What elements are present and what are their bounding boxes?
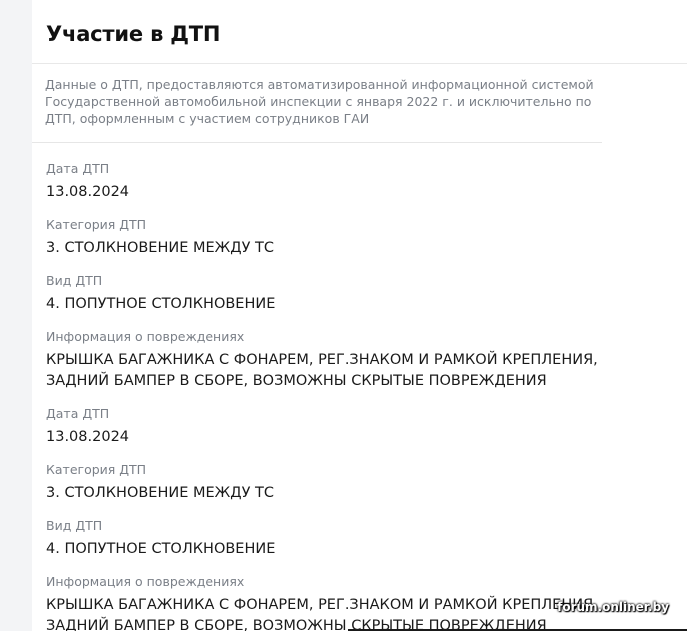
accident-category-label: Категория ДТП [46,217,147,232]
accident-damage-value: КРЫШКА БАГАЖНИКА С ФОНАРЕМ, РЕГ.ЗНАКОМ И… [46,597,598,631]
accident-list: Дата ДТП 13.08.2024 Категория ДТП 3. СТО… [46,160,646,631]
accident-damage-label: Информация о повреждениях [46,329,245,344]
accident-date-label: Дата ДТП [46,406,110,421]
forum-watermark: forum.onliner.by [557,600,669,614]
accident-category-field: Категория ДТП 3. СТОЛКНОВЕНИЕ МЕЖДУ ТС [46,216,646,259]
accident-damage-field: Информация о повреждениях КРЫШКА БАГАЖНИ… [46,573,646,631]
data-source-notice: Данные о ДТП, предоставляются автоматизи… [45,77,594,126]
accident-type-label: Вид ДТП [46,518,103,533]
accident-type-value: 4. ПОПУТНОЕ СТОЛКНОВЕНИЕ [46,296,276,312]
page: Участие в ДТП Данные о ДТП, предоставляю… [0,0,687,631]
accident-category-label: Категория ДТП [46,462,147,477]
accident-record: Дата ДТП 13.08.2024 Категория ДТП 3. СТО… [46,160,646,392]
accident-damage-field: Информация о повреждениях КРЫШКА БАГАЖНИ… [46,328,646,392]
accident-damage-value: КРЫШКА БАГАЖНИКА С ФОНАРЕМ, РЕГ.ЗНАКОМ И… [46,352,598,389]
notice-divider [32,142,602,143]
accident-type-field: Вид ДТП 4. ПОПУТНОЕ СТОЛКНОВЕНИЕ [46,517,646,560]
accident-type-field: Вид ДТП 4. ПОПУТНОЕ СТОЛКНОВЕНИЕ [46,272,646,315]
accident-date-value: 13.08.2024 [46,184,130,200]
accident-type-value: 4. ПОПУТНОЕ СТОЛКНОВЕНИЕ [46,541,276,557]
left-gutter [0,0,32,631]
accident-date-field: Дата ДТП 13.08.2024 [46,160,646,203]
accident-category-field: Категория ДТП 3. СТОЛКНОВЕНИЕ МЕЖДУ ТС [46,461,646,504]
section-title: Участие в ДТП [46,22,221,46]
accident-date-field: Дата ДТП 13.08.2024 [46,405,646,448]
accident-type-label: Вид ДТП [46,273,103,288]
accident-category-value: 3. СТОЛКНОВЕНИЕ МЕЖДУ ТС [46,240,275,256]
accident-category-value: 3. СТОЛКНОВЕНИЕ МЕЖДУ ТС [46,485,275,501]
accidents-card: Участие в ДТП Данные о ДТП, предоставляю… [32,0,687,631]
title-divider [32,63,687,64]
accident-date-value: 13.08.2024 [46,429,130,445]
accident-damage-label: Информация о повреждениях [46,574,245,589]
accident-date-label: Дата ДТП [46,161,110,176]
accident-record: Дата ДТП 13.08.2024 Категория ДТП 3. СТО… [46,405,646,631]
